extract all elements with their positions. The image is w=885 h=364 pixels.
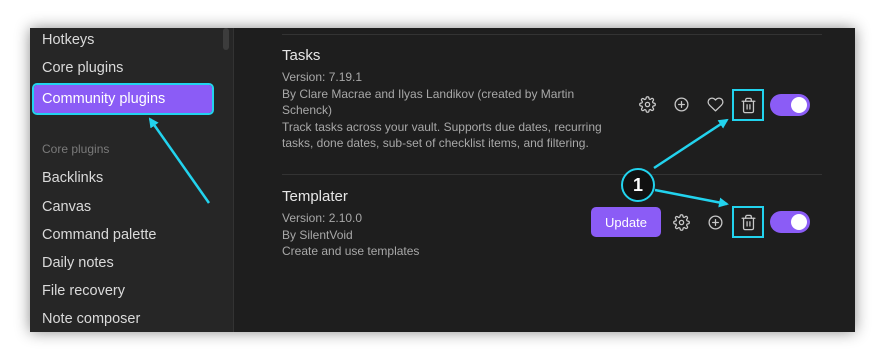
sidebar-item-backlinks[interactable]: Backlinks <box>42 165 103 191</box>
sidebar-item-core-plugins[interactable]: Core plugins <box>42 55 123 81</box>
sidebar-item-note-composer[interactable]: Note composer <box>42 306 140 332</box>
plugin-author: By SilentVoid <box>282 227 353 242</box>
uninstall-tasks-trash-icon[interactable] <box>732 89 764 121</box>
divider <box>282 174 822 175</box>
plugin-version: Version: 2.10.0 <box>282 211 363 225</box>
plugin-info-tasks: Version: 7.19.1 By Clare Macrae and Ilya… <box>282 69 607 152</box>
plugin-description: Create and use templates <box>282 244 420 258</box>
sidebar-item-community-plugins[interactable]: Community plugins <box>32 83 214 115</box>
plugin-options-gear-icon[interactable] <box>637 94 657 114</box>
community-plugins-list: Tasks Version: 7.19.1 By Clare Macrae an… <box>234 28 855 332</box>
plugin-version: Version: 7.19.1 <box>282 70 363 84</box>
plugin-name-tasks: Tasks <box>282 47 321 64</box>
plugin-author: By Clare Macrae and Ilyas Landikov (crea… <box>282 86 575 118</box>
sidebar-item-canvas[interactable]: Canvas <box>42 194 91 220</box>
plugin-options-gear-icon[interactable] <box>671 212 691 232</box>
toggle-knob <box>791 214 807 230</box>
toggle-knob <box>791 97 807 113</box>
plugin-description: Track tasks across your vault. Supports … <box>282 119 602 151</box>
update-templater-button[interactable]: Update <box>591 207 661 237</box>
plugin-info-templater: Version: 2.10.0 By SilentVoid Create and… <box>282 210 607 260</box>
plugin-donate-heart-icon[interactable] <box>705 94 725 114</box>
sidebar-section-heading: Core plugins <box>42 142 110 156</box>
sidebar-item-hotkeys[interactable]: Hotkeys <box>42 28 94 53</box>
sidebar-item-file-recovery[interactable]: File recovery <box>42 278 125 304</box>
plugin-enable-toggle-tasks[interactable] <box>770 94 810 116</box>
annotation-badge: 1 <box>621 168 655 202</box>
sidebar-item-daily-notes[interactable]: Daily notes <box>42 250 114 276</box>
sidebar-scrollbar[interactable] <box>223 28 229 50</box>
plugin-hotkeys-plus-circle-icon[interactable] <box>705 212 725 232</box>
settings-sidebar: Hotkeys Core plugins Community plugins C… <box>30 28 234 332</box>
settings-window: Hotkeys Core plugins Community plugins C… <box>30 28 855 332</box>
uninstall-templater-trash-icon[interactable] <box>732 206 764 238</box>
sidebar-item-command-palette[interactable]: Command palette <box>42 222 156 248</box>
divider <box>282 34 822 35</box>
plugin-hotkeys-plus-circle-icon[interactable] <box>671 94 691 114</box>
plugin-enable-toggle-templater[interactable] <box>770 211 810 233</box>
plugin-name-templater: Templater <box>282 188 348 205</box>
